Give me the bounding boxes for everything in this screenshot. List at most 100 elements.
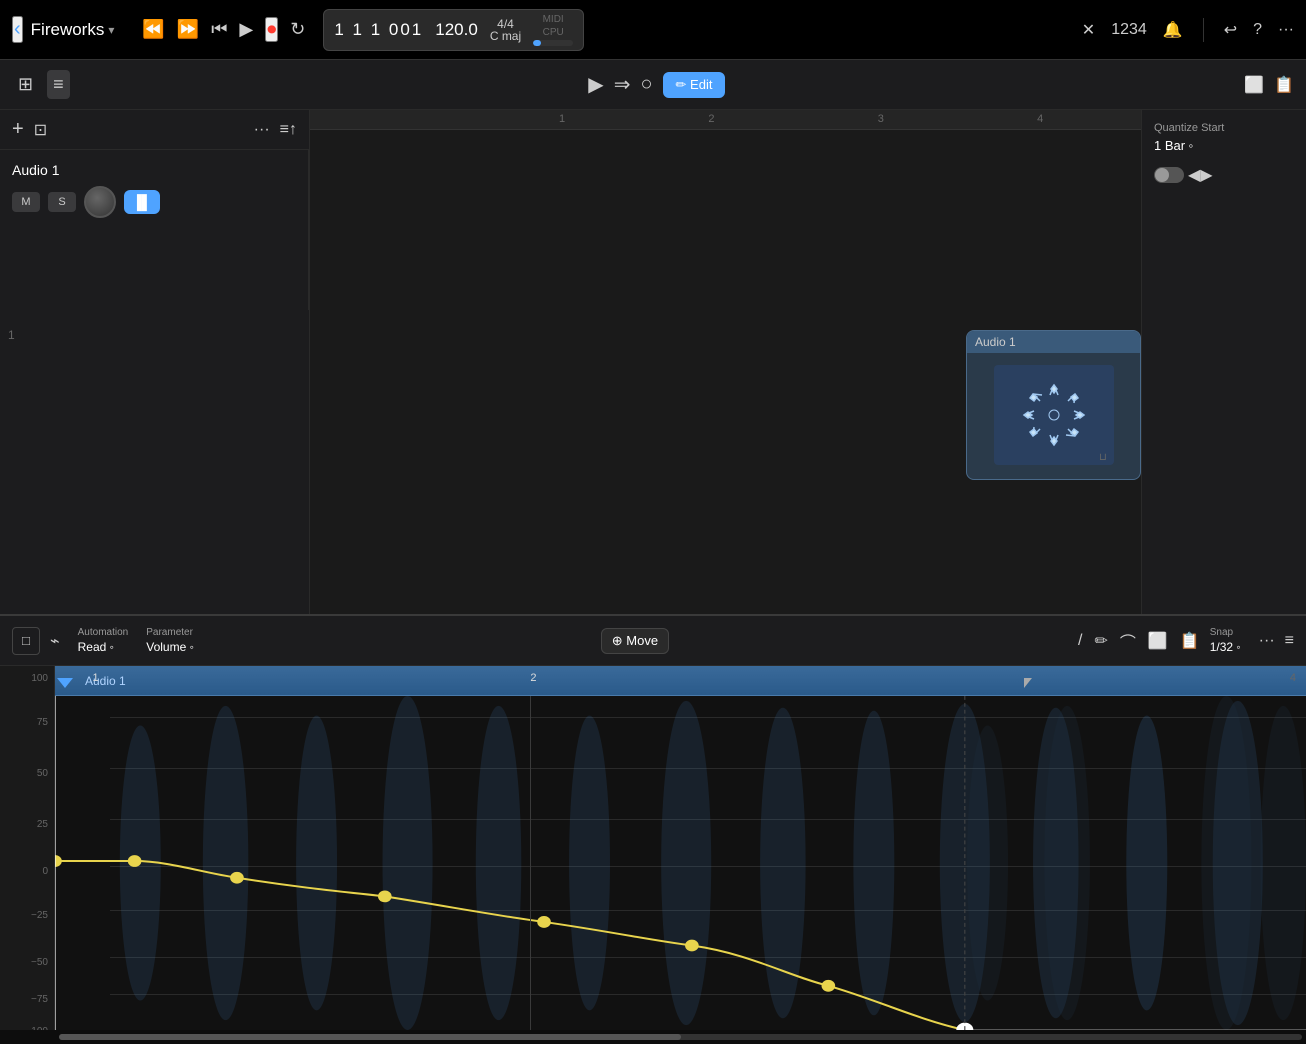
time-signature: 4/4 C maj: [490, 18, 521, 42]
automation-editor: 100 75 50 25 0 −25 −50 −75 −100 Audio 1: [0, 666, 1306, 1030]
playback-buttons: ▶ ⇒ ○ ✏ Edit: [588, 72, 725, 98]
fast-forward-button[interactable]: ⏩: [177, 19, 199, 40]
paste-btn-bottom[interactable]: 📋: [1180, 631, 1200, 651]
quantize-toggle[interactable]: [1154, 167, 1184, 183]
playhead-marker[interactable]: [55, 666, 75, 696]
end-marker[interactable]: [1020, 666, 1036, 696]
help-button[interactable]: ?: [1253, 21, 1262, 39]
track-number-label: 1: [8, 328, 15, 342]
bar-marker-1: 1: [559, 113, 565, 125]
region-popup-header: Audio 1: [967, 331, 1140, 353]
metronome-button[interactable]: 🔔: [1163, 20, 1183, 40]
skip-back-button[interactable]: ⏮: [211, 19, 227, 40]
bar-marker-2: 2: [708, 113, 714, 125]
scrollbar-bottom[interactable]: [0, 1030, 1306, 1044]
ruler-mark-1: 1: [93, 672, 99, 684]
tempo-display: 120.0: [435, 20, 478, 40]
pencil-tool-button[interactable]: ✏: [1094, 631, 1107, 651]
middle-section: + ⊡ ··· ≡↑ Audio 1 M S ▐▌ 1: [0, 110, 1306, 614]
midi-label: MIDI: [543, 14, 564, 25]
right-timeline: 1 2 3 4 5 Audio 1: [310, 110, 1306, 614]
y-label-100: 100: [31, 673, 48, 684]
bar-marker-3: 3: [878, 113, 884, 125]
automation-label: Automation: [78, 627, 129, 638]
playhead-line: [55, 696, 56, 1030]
region-copy-button[interactable]: ⬜: [1148, 631, 1168, 651]
quantize-value[interactable]: 1 Bar ◦: [1154, 138, 1294, 153]
fireworks-artwork: ⊔: [994, 365, 1114, 465]
bottom-toolbar: □ ⌁ Automation Read ◦ Parameter Volume ◦…: [0, 616, 1306, 666]
bottom-view-toggle[interactable]: □: [12, 627, 40, 655]
project-name[interactable]: Fireworks ▾: [31, 20, 115, 40]
count-in-button[interactable]: 1234: [1111, 21, 1147, 39]
duplicate-track-button[interactable]: ⊡: [34, 120, 47, 140]
rewind-button[interactable]: ⏪: [142, 19, 164, 40]
project-chevron-icon: ▾: [108, 23, 114, 37]
y-label-neg75: −75: [31, 994, 48, 1005]
region-popup[interactable]: Audio 1: [966, 330, 1141, 480]
ruler-mark-2: 2: [530, 672, 536, 684]
secondary-toolbar: ⊞ ≡ ▶ ⇒ ○ ✏ Edit ⬜ 📋: [0, 60, 1306, 110]
ruler-mark-4: 4: [1290, 672, 1296, 684]
play-from-start-button[interactable]: ▶: [588, 72, 603, 97]
automation-canvas[interactable]: Audio 1 1 2 4: [55, 666, 1306, 1030]
list-view-button[interactable]: ≡: [47, 70, 70, 99]
close-icon[interactable]: ✕: [1082, 20, 1095, 40]
key-signature: C maj: [490, 30, 521, 42]
parameter-section: Parameter Volume ◦: [146, 627, 194, 654]
bottom-tool-button[interactable]: ⌁: [50, 631, 60, 651]
paste-button[interactable]: 📋: [1274, 75, 1294, 95]
snap-value[interactable]: 1/32 ◦: [1210, 640, 1241, 654]
move-tool-button[interactable]: ⊕ Move: [601, 628, 669, 654]
bar-division-line: [530, 696, 531, 1030]
record-button[interactable]: ⏺: [265, 17, 278, 42]
y-label-neg50: −50: [31, 957, 48, 968]
curve-tool-button[interactable]: ⌒: [1120, 629, 1136, 653]
back-button[interactable]: ‹: [12, 16, 23, 43]
scrollbar-handle[interactable]: [59, 1034, 681, 1040]
parameter-value[interactable]: Volume ◦: [146, 640, 194, 654]
y-label-neg25: −25: [31, 910, 48, 921]
quantize-title: Quantize Start: [1154, 122, 1294, 134]
copy-paste-buttons: ⬜ 📋: [1244, 75, 1294, 95]
edit-mode-button[interactable]: ✏ Edit: [663, 72, 726, 98]
track-options-button[interactable]: ···: [254, 121, 270, 139]
play-button[interactable]: ▶: [239, 19, 253, 40]
pen-tool-button[interactable]: /: [1078, 632, 1082, 650]
quantize-panel: Quantize Start 1 Bar ◦ ◀▶: [1141, 110, 1306, 614]
quantize-arrow-button[interactable]: ◀▶: [1188, 165, 1213, 185]
mute-button[interactable]: M: [12, 192, 40, 212]
automation-track-header: Audio 1 1 2 4: [55, 666, 1306, 696]
grid-view-button[interactable]: ⊞: [12, 70, 39, 99]
editor-tools: ⊕ Move / ✏ ⌒ ⬜ 📋: [204, 628, 1200, 654]
copy-region-button[interactable]: ⬜: [1244, 75, 1264, 95]
region-popup-title: Audio 1: [975, 335, 1016, 349]
cycle-button[interactable]: ↻: [290, 19, 305, 40]
bottom-section: □ ⌁ Automation Read ◦ Parameter Volume ◦…: [0, 614, 1306, 1044]
region-popup-content: ⊔: [967, 353, 1140, 476]
track-list-view-button[interactable]: ≡↑: [280, 121, 297, 139]
midi-cpu-indicators: MIDI CPU: [533, 14, 573, 46]
add-track-button[interactable]: +: [12, 118, 24, 141]
track-header-bar: + ⊡ ··· ≡↑: [0, 110, 309, 150]
position-display[interactable]: 1 1 1 001 120.0 4/4 C maj MIDI CPU: [323, 9, 584, 51]
y-label-neg100: −100: [25, 1026, 48, 1030]
more-options-bottom[interactable]: ···: [1259, 632, 1275, 650]
mixer-icon-button[interactable]: ≡: [1285, 632, 1294, 650]
svg-text:⊔: ⊔: [1099, 452, 1107, 463]
waveform-view-button[interactable]: ▐▌: [124, 190, 160, 214]
volume-knob[interactable]: [84, 186, 116, 218]
track-number-area: 1: [0, 310, 309, 360]
record-loop-button[interactable]: ○: [640, 73, 652, 96]
undo-button[interactable]: ↩: [1224, 20, 1237, 40]
solo-button[interactable]: S: [48, 192, 76, 212]
header-bar: ‹ Fireworks ▾ ⏪ ⏩ ⏮ ▶ ⏺ ↻ 1 1 1 001 120.…: [0, 0, 1306, 60]
y-label-75: 75: [37, 717, 48, 728]
automation-track-name: Audio 1: [85, 674, 126, 688]
scrollbar-track[interactable]: [59, 1034, 1302, 1040]
play-cycle-button[interactable]: ⇒: [614, 72, 631, 97]
more-options-button[interactable]: ···: [1278, 21, 1294, 39]
automation-value[interactable]: Read ◦: [78, 640, 129, 654]
cpu-label: CPU: [543, 27, 564, 38]
tracks-panel: + ⊡ ··· ≡↑ Audio 1 M S ▐▌ 1: [0, 110, 310, 614]
